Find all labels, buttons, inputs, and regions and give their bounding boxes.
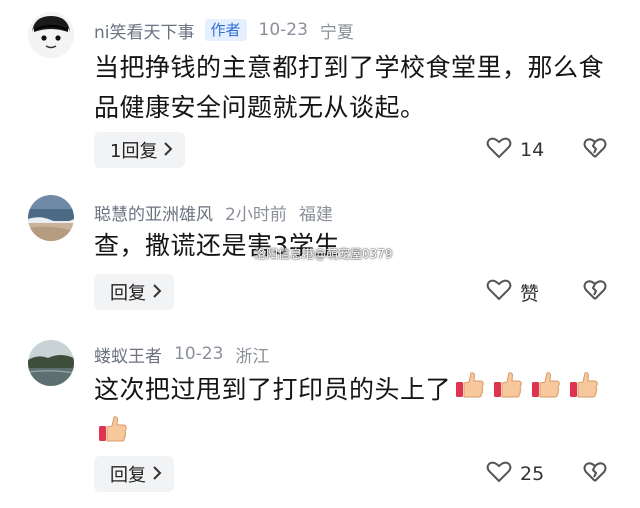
avatar[interactable]	[28, 195, 74, 241]
comment-meta: ni笑看天下事 作者 10-23 宁夏	[94, 17, 354, 43]
comment-time: 10-23	[258, 20, 308, 40]
like-label: 赞	[520, 282, 540, 305]
comment-location: 福建	[298, 204, 333, 225]
comment-location: 宁夏	[319, 22, 354, 43]
chevron-right-icon	[163, 141, 173, 160]
like-button[interactable]: 赞	[486, 274, 539, 310]
like-count: 14	[520, 139, 545, 161]
comment-meta: 聪慧的亚洲雄风 2小时前 福建	[94, 199, 333, 225]
dislike-button[interactable]	[580, 456, 610, 492]
thumbs-up-emoji	[568, 369, 600, 413]
chevron-right-icon	[152, 283, 162, 302]
thumbs-up-emoji	[97, 413, 129, 457]
beach-photo-avatar-icon	[28, 195, 74, 241]
comment-nickname[interactable]: 聪慧的亚洲雄风	[94, 200, 213, 225]
broken-heart-icon	[583, 461, 607, 487]
heart-outline-icon	[486, 136, 512, 164]
thumbs-up-emoji	[492, 369, 524, 413]
watermark: 洛阳信息港@萌宠屋0379	[254, 247, 393, 261]
reply-button-label: 1回复	[110, 141, 158, 162]
like-count: 25	[520, 463, 545, 485]
cartoon-face-avatar-icon	[28, 12, 74, 58]
reply-button[interactable]: 1回复	[94, 132, 186, 168]
comment-meta: 蝼蚁王者 10-23 浙江	[94, 341, 269, 367]
reply-button-label: 回复	[110, 465, 146, 486]
heart-outline-icon	[486, 278, 512, 306]
comment-nickname[interactable]: 蝼蚁王者	[94, 342, 162, 367]
author-badge: 作者	[204, 19, 247, 41]
like-button[interactable]: 25	[486, 456, 544, 492]
comment-time: 2小时前	[225, 204, 287, 225]
landscape-photo-avatar-icon	[28, 340, 74, 386]
comment-time: 10-23	[174, 344, 224, 364]
like-button[interactable]: 14	[486, 132, 544, 168]
comment-body: 这次把过甩到了打印员的头上了	[94, 369, 634, 457]
reply-button[interactable]: 回复	[94, 456, 174, 492]
comment-location: 浙江	[235, 346, 270, 367]
dislike-button[interactable]	[580, 132, 610, 168]
chevron-right-icon	[152, 465, 162, 484]
comment-text: 当把挣钱的主意都打到了学校食堂里，那么食品健康安全问题就无从谈起。	[94, 53, 605, 122]
comment-text: 这次把过甩到了打印员的头上了	[94, 375, 452, 404]
dislike-button[interactable]	[580, 274, 610, 310]
reply-button-label: 回复	[110, 283, 146, 304]
comment-nickname[interactable]: ni笑看天下事	[94, 18, 195, 43]
broken-heart-icon	[583, 137, 607, 163]
avatar[interactable]	[28, 340, 74, 386]
thumbs-up-emoji	[454, 369, 486, 413]
heart-outline-icon	[486, 460, 512, 488]
reply-button[interactable]: 回复	[94, 274, 174, 310]
broken-heart-icon	[583, 279, 607, 305]
avatar[interactable]	[28, 12, 74, 58]
thumbs-up-emoji	[530, 369, 562, 413]
